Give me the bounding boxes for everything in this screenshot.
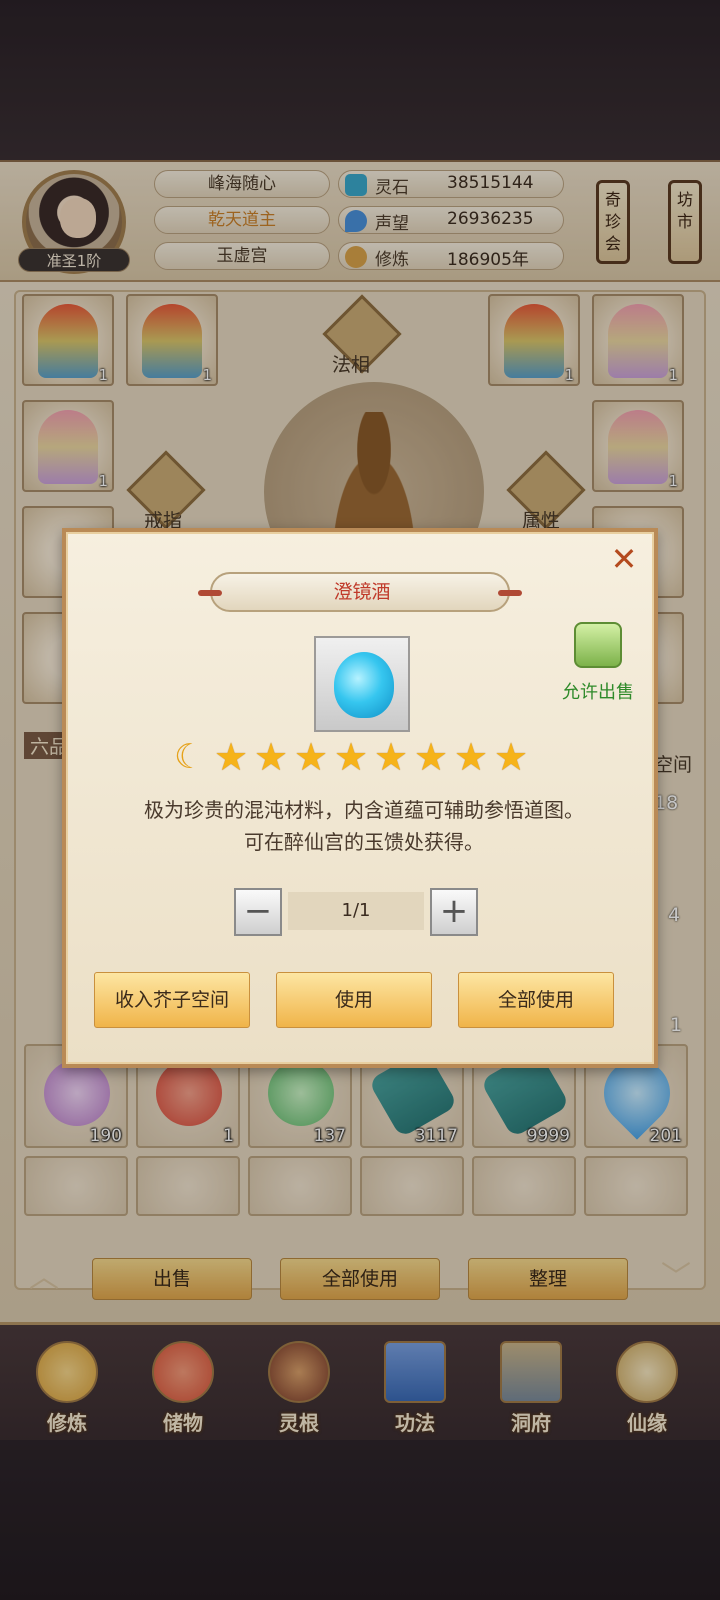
- star-icon: ★: [414, 735, 449, 779]
- increase-button[interactable]: +: [430, 888, 478, 936]
- use-all-modal-button[interactable]: 全部使用: [458, 972, 614, 1028]
- item-detail-dialog: ✕ 澄镜酒 允许出售 ☾ ★ ★ ★ ★ ★ ★ ★ ★ 极为珍贵的混沌材料，内含道蕴可辅助参…: [62, 528, 658, 1068]
- close-icon[interactable]: ✕: [608, 543, 640, 576]
- wine-gourd-icon: [334, 652, 394, 718]
- star-icon: ★: [494, 735, 529, 779]
- store-in-space-button[interactable]: 收入芥子空间: [94, 972, 250, 1028]
- sell-permit-label: 允许出售: [562, 682, 634, 703]
- item-title-banner: 澄镜酒: [198, 572, 522, 612]
- quantity-display[interactable]: 1/1: [288, 892, 424, 930]
- sell-permit-lock-icon[interactable]: [574, 622, 622, 668]
- star-icon: ★: [254, 735, 289, 779]
- star-icon: ★: [454, 735, 489, 779]
- star-icon: ★: [374, 735, 409, 779]
- moon-icon: ☾: [174, 737, 205, 777]
- item-description: 极为珍贵的混沌材料，内含道蕴可辅助参悟道图。 可在醉仙宫的玉馈处获得。: [144, 798, 584, 854]
- star-icon: ★: [334, 735, 369, 779]
- use-button[interactable]: 使用: [276, 972, 432, 1028]
- star-icon: ★: [294, 735, 329, 779]
- item-icon-frame: [314, 636, 410, 732]
- star-icon: ★: [214, 735, 249, 779]
- item-title: 澄镜酒: [333, 581, 391, 603]
- decrease-button[interactable]: −: [234, 888, 282, 936]
